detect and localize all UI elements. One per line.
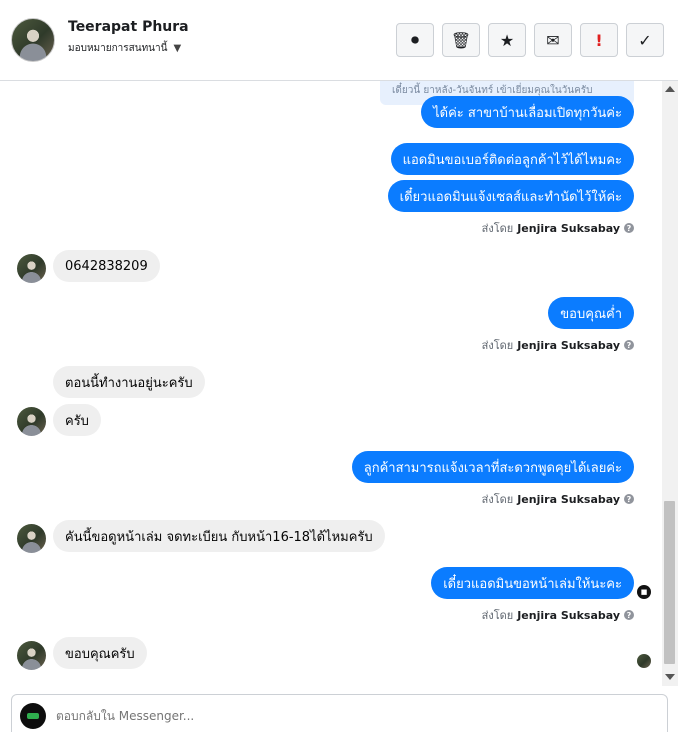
sent-by-prefix: ส่งโดย — [481, 339, 514, 352]
delete-button[interactable]: 🗑 — [442, 23, 480, 57]
sent-by-label: ส่งโดย Jenjira Suksabay ? — [482, 219, 634, 237]
scroll-thumb[interactable] — [664, 501, 675, 664]
contact-avatar-small[interactable] — [17, 407, 46, 436]
scroll-up-arrow-icon[interactable] — [665, 86, 675, 92]
page-avatar-icon — [20, 703, 46, 729]
sent-by-prefix: ส่งโดย — [481, 493, 514, 506]
sent-by-name[interactable]: Jenjira Suksabay — [517, 339, 620, 352]
thread-scrollbar[interactable] — [662, 81, 678, 686]
message-outgoing[interactable]: แอดมินขอเบอร์ติดต่อลูกค้าไว้ได้ไหมคะ — [390, 143, 634, 175]
sent-by-label: ส่งโดย Jenjira Suksabay ? — [482, 606, 634, 624]
seen-indicator-icon: ■ — [637, 585, 651, 599]
assign-conversation-dropdown[interactable]: มอบหมายการสนทนานี้ ▼ — [68, 41, 181, 56]
sent-by-label: ส่งโดย Jenjira Suksabay ? — [482, 490, 634, 508]
contact-avatar-small[interactable] — [17, 641, 46, 670]
message-thread: เดี๋ยวนี้ ยาหลัง-วันจันทร์ เข้าเยี่ยมคุณ… — [0, 81, 662, 686]
message-incoming[interactable]: ขอบคุณครับ — [53, 637, 147, 669]
caret-down-icon: ▼ — [173, 43, 182, 54]
star-button[interactable]: ★ — [488, 23, 526, 57]
exclamation-icon: ! — [595, 30, 603, 50]
contact-avatar-small[interactable] — [17, 524, 46, 553]
reply-composer[interactable] — [11, 694, 668, 732]
sent-by-label: ส่งโดย Jenjira Suksabay ? — [482, 336, 634, 354]
alert-circle-icon: ⏺ — [410, 30, 419, 49]
message-incoming[interactable]: ครับ — [53, 404, 101, 436]
follow-up-button[interactable]: ! — [580, 23, 618, 57]
mark-spam-button[interactable]: ⏺ — [396, 23, 434, 57]
star-icon: ★ — [499, 30, 515, 50]
assign-label: มอบหมายการสนทนานี้ — [68, 43, 168, 54]
mail-icon: ✉ — [546, 30, 560, 50]
message-outgoing[interactable]: ลูกค้าสามารถแจ้งเวลาที่สะดวกพูดคุยได้เลย… — [351, 451, 634, 483]
action-toolbar: ⏺ 🗑 ★ ✉ ! ✓ — [396, 23, 664, 57]
message-outgoing[interactable]: เดี๋ยวแอดมินแจ้งเซลส์และทำนัดไว้ให้ค่ะ — [387, 180, 634, 212]
sent-by-name[interactable]: Jenjira Suksabay — [517, 493, 620, 506]
contact-avatar[interactable] — [11, 18, 55, 62]
contact-name[interactable]: Teerapat Phura — [68, 19, 189, 35]
mark-done-button[interactable]: ✓ — [626, 23, 664, 57]
conversation-header: Teerapat Phura มอบหมายการสนทนานี้ ▼ ⏺ 🗑 … — [0, 0, 678, 81]
seen-avatar-icon — [637, 654, 651, 668]
info-icon[interactable]: ? — [624, 610, 634, 620]
message-incoming[interactable]: 0642838209 — [53, 250, 160, 282]
sent-by-name[interactable]: Jenjira Suksabay — [517, 609, 620, 622]
reply-input[interactable] — [56, 709, 616, 723]
message-outgoing[interactable]: ได้ค่ะ สาขาบ้านเลื่อมเปิดทุกวันค่ะ — [421, 96, 634, 128]
sent-by-name[interactable]: Jenjira Suksabay — [517, 222, 620, 235]
trash-icon: 🗑 — [450, 30, 472, 50]
info-icon[interactable]: ? — [624, 223, 634, 233]
sent-by-prefix: ส่งโดย — [481, 609, 514, 622]
check-icon: ✓ — [638, 30, 652, 50]
info-icon[interactable]: ? — [624, 494, 634, 504]
message-incoming[interactable]: ตอนนี้ทำงานอยู่นะครับ — [53, 366, 205, 398]
info-icon[interactable]: ? — [624, 340, 634, 350]
mark-unread-button[interactable]: ✉ — [534, 23, 572, 57]
message-incoming[interactable]: คันนี้ขอดูหน้าเล่ม จดทะเบียน กับหน้า16-1… — [53, 520, 385, 552]
contact-avatar-small[interactable] — [17, 254, 46, 283]
message-outgoing[interactable]: ขอบคุณค่ำ — [548, 297, 634, 329]
sent-by-prefix: ส่งโดย — [481, 222, 514, 235]
scroll-down-arrow-icon[interactable] — [665, 674, 675, 680]
window-edge — [678, 0, 692, 732]
message-outgoing[interactable]: เดี๋ยวแอดมินขอหน้าเล่มให้นะคะ — [431, 567, 634, 599]
